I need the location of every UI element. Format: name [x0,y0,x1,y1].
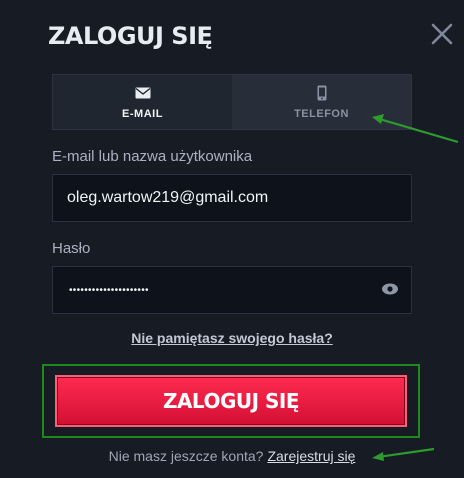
tab-email[interactable]: E-MAIL [53,75,232,129]
phone-icon [317,84,327,102]
tab-phone-label: TELEFON [294,108,349,120]
password-masked-value: ••••••••••••••••••••• [69,284,149,296]
password-field[interactable]: ••••••••••••••••••••• [52,266,412,314]
login-method-tabs: E-MAIL TELEFON [52,74,412,130]
forgot-password-link[interactable]: Nie pamiętasz swojego hasła? [0,330,464,346]
email-label: E-mail lub nazwa użytkownika [52,148,253,165]
tab-email-label: E-MAIL [122,108,163,120]
close-icon[interactable] [430,22,454,46]
annotation-arrow-phone-tab [372,114,459,144]
email-field[interactable] [53,174,411,222]
login-button-highlight: ZALOGUJ SIĘ [42,364,420,438]
password-label: Hasło [52,240,91,257]
login-button[interactable]: ZALOGUJ SIĘ [55,375,407,427]
register-link[interactable]: Zarejestruj się [267,448,355,464]
register-prompt-text: Nie masz jeszcze konta? [108,448,264,464]
envelope-icon [135,84,151,102]
login-modal: ZALOGUJ SIĘ E-MAIL TELEFON E-mail lub na… [0,0,464,478]
eye-icon[interactable] [381,282,399,301]
modal-title: ZALOGUJ SIĘ [48,22,213,50]
email-field-box [52,174,412,222]
annotation-arrow-register [372,447,435,461]
